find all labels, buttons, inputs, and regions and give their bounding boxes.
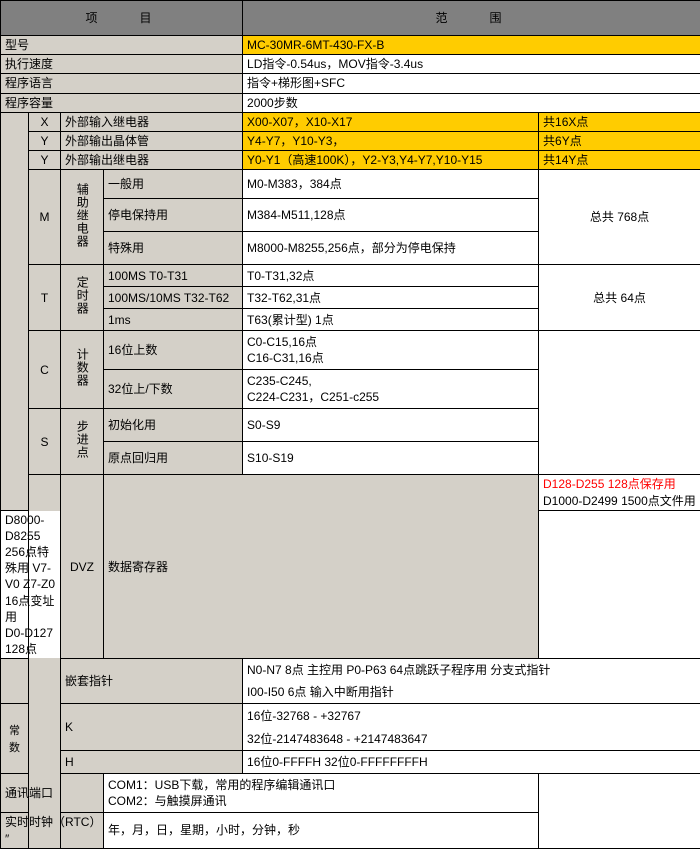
io-code-y-transistor: Y xyxy=(29,131,61,150)
step-group-label: 步进点 xyxy=(61,409,104,475)
step-item-label-origin: 原点回归用 xyxy=(104,442,243,475)
table-row-capacity: 程序容量 2000步数 xyxy=(1,93,700,112)
row-value-speed: LD指令-0.54us，MOV指令-3.4us xyxy=(243,55,700,74)
row-label-model: 型号 xyxy=(1,36,243,55)
counter-item-value-16bit: C0-C15,16点 C16-C31,16点 xyxy=(243,331,539,370)
table-row-language: 程序语言 指令+梯形图+SFC xyxy=(1,74,700,93)
row-label-speed: 执行速度 xyxy=(1,55,243,74)
counter-item-value-32bit: C235-C245, C224-C231，C251-c255 xyxy=(243,370,539,409)
timer-item-value-100ms: T0-T31,32点 xyxy=(243,265,539,287)
io-value-y-transistor: Y4-Y7，Y10-Y3， xyxy=(243,131,539,150)
aux-item-label-retentive: 停电保持用 xyxy=(104,199,243,232)
constant-h-value: 16位0-FFFFH 32位0-FFFFFFFFH xyxy=(243,751,700,774)
spacer-col1-upper xyxy=(1,112,29,510)
aux-item-label-special: 特殊用 xyxy=(104,232,243,265)
aux-item-value-retentive: M384-M511,128点 xyxy=(243,199,539,232)
aux-item-value-general: M0-M383，384点 xyxy=(243,170,539,199)
timer-item-value-10ms: T32-T62,31点 xyxy=(243,287,539,309)
constant-k-values: 16位-32768 - +32767 32位-2147483648 - +214… xyxy=(243,704,700,751)
aux-group-label: 辅助继电器 xyxy=(61,170,104,265)
io-value-x-input: X00-X07，X10-X17 xyxy=(243,112,539,131)
io-count-y-transistor: 共6Y点 xyxy=(539,131,700,150)
io-name-y-transistor: 外部输出晶体管 xyxy=(61,131,243,150)
table-row-counter-16bit: C 计数器 16位上数 C0-C15,16点 C16-C31,16点 xyxy=(1,331,700,370)
aux-total: 总共 768点 xyxy=(539,170,700,265)
comm-values: COM1：USB下载，常用的程序编辑通讯口 COM2：与触摸屏通讯 xyxy=(104,774,539,813)
constant-name: 常数 xyxy=(1,704,29,774)
step-code: S xyxy=(29,409,61,475)
io-name-y-relay: 外部输出继电器 xyxy=(61,151,243,170)
table-row-model: 型号 MC-30MR-6MT-430-FX-B xyxy=(1,36,700,55)
dvz-name: 数据寄存器 xyxy=(104,475,539,659)
constant-k-label: K xyxy=(61,704,243,751)
row-label-capacity: 程序容量 xyxy=(1,93,243,112)
table-row-output-transistor: Y 外部输出晶体管 Y4-Y7，Y10-Y3， 共6Y点 xyxy=(1,131,700,150)
dvz-lines-2-3: D8000-D8255 256点特殊用 V7-V0 Z7-Z0 16点变址用 D… xyxy=(1,510,61,659)
table-row-speed: 执行速度 LD指令-0.54us，MOV指令-3.4us xyxy=(1,55,700,74)
io-value-y-relay: Y0-Y1（高速100K），Y2-Y3,Y4-Y7,Y10-Y15 xyxy=(243,151,539,170)
timer-item-label-100ms: 100MS T0-T31 xyxy=(104,265,243,287)
dvz-line-1: D128-D255 128点保存用 D1000-D2499 1500点文件用 xyxy=(539,475,700,510)
header-range-cell: 范 围 xyxy=(243,1,700,36)
table-row-pointer: 嵌套指针 N0-N7 8点 主控用 P0-P63 64点跳跃子程序用 分支式指针… xyxy=(1,659,700,704)
row-value-capacity: 2000步数 xyxy=(243,93,700,112)
io-count-y-relay: 共14Y点 xyxy=(539,151,700,170)
timer-total: 总共 64点 xyxy=(539,265,700,331)
row-label-language: 程序语言 xyxy=(1,74,243,93)
table-row-comm-port: 通讯端口 COM1：USB下载，常用的程序编辑通讯口 COM2：与触摸屏通讯 xyxy=(1,774,700,813)
timer-item-label-10ms: 100MS/10MS T32-T62 xyxy=(104,287,243,309)
io-code-y-relay: Y xyxy=(29,151,61,170)
counter-group-label: 计数器 xyxy=(61,331,104,409)
counter-item-label-32bit: 32位上/下数 xyxy=(104,370,243,409)
io-name-x-input: 外部输入继电器 xyxy=(61,112,243,131)
timer-item-value-1ms: T63(累计型) 1点 xyxy=(243,309,539,331)
table-row-constant-k: 常数 K 16位-32768 - +32767 32位-2147483648 -… xyxy=(1,704,700,751)
aux-code: M xyxy=(29,170,61,265)
pointer-name: 嵌套指针 xyxy=(61,659,243,704)
rtc-value: 年，月，日，星期，小时，分钟，秒 xyxy=(104,813,539,848)
aux-item-value-special: M8000-M8255,256点，部分为停电保持 xyxy=(243,232,539,265)
row-value-language: 指令+梯形图+SFC xyxy=(243,74,700,93)
table-row-aux-general: M 辅助继电器 一般用 M0-M383，384点 总共 768点 xyxy=(1,170,700,199)
timer-item-label-1ms: 1ms xyxy=(104,309,243,331)
timer-group-label: 定时器 xyxy=(61,265,104,331)
header-item-cell: 项 目 xyxy=(1,1,243,36)
table-row-input-relay: X 外部输入继电器 X00-X07，X10-X17 共16X点 xyxy=(1,112,700,131)
table-row-rtc: 实时时钟（RTC）″ 年，月，日，星期，小时，分钟，秒 xyxy=(1,813,700,848)
comm-label: 通讯端口 xyxy=(1,774,104,813)
counter-step-blank xyxy=(539,331,700,475)
counter-code: C xyxy=(29,331,61,409)
row-value-model: MC-30MR-6MT-430-FX-B xyxy=(243,36,700,55)
io-count-x-input: 共16X点 xyxy=(539,112,700,131)
pointer-code-blank xyxy=(1,659,29,704)
aux-item-label-general: 一般用 xyxy=(104,170,243,199)
plc-specification-table: 项 目 范 围 型号 MC-30MR-6MT-430-FX-B 执行速度 LD指… xyxy=(0,0,700,849)
io-code-x-input: X xyxy=(29,112,61,131)
step-item-value-origin: S10-S19 xyxy=(243,442,539,475)
table-row-constant-h: H 16位0-FFFFH 32位0-FFFFFFFFH xyxy=(1,751,700,774)
rtc-label: 实时时钟（RTC）″ xyxy=(1,813,104,848)
step-item-label-init: 初始化用 xyxy=(104,409,243,442)
step-item-value-init: S0-S9 xyxy=(243,409,539,442)
table-row-timer-100ms: T 定时器 100MS T0-T31 T0-T31,32点 总共 64点 xyxy=(1,265,700,287)
pointer-values: N0-N7 8点 主控用 P0-P63 64点跳跃子程序用 分支式指针 I00-… xyxy=(243,659,700,704)
table-header-row: 项 目 范 围 xyxy=(1,1,700,36)
table-row-dvz-1: DVZ 数据寄存器 D128-D255 128点保存用 D1000-D2499 … xyxy=(1,475,700,510)
constant-h-label: H xyxy=(61,751,243,774)
table-row-output-relay: Y 外部输出继电器 Y0-Y1（高速100K），Y2-Y3,Y4-Y7,Y10-… xyxy=(1,151,700,170)
dvz-code: DVZ xyxy=(61,475,104,659)
timer-code: T xyxy=(29,265,61,331)
counter-item-label-16bit: 16位上数 xyxy=(104,331,243,370)
